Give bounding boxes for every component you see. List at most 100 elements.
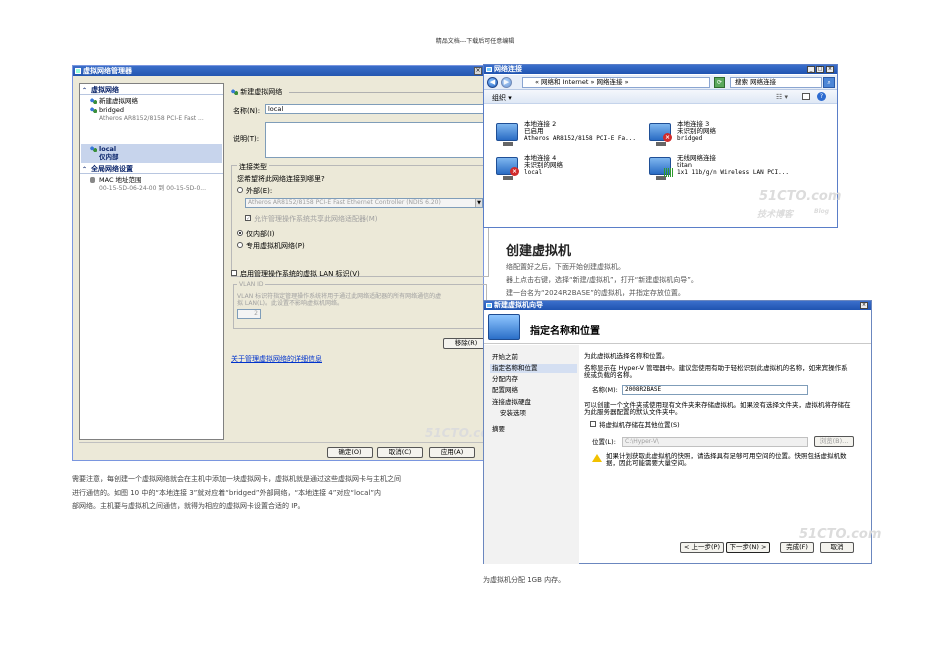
wizard-watermark: 51CTO.com — [799, 527, 882, 542]
tree-item-local[interactable]: local 仅内部 — [90, 145, 222, 161]
new-vm-wizard-window: 新建虚拟机向导 × 指定名称和位置 开始之前 指定名称和位置 分配内存 配置网络… — [483, 300, 881, 564]
wizard-steps: 开始之前 指定名称和位置 分配内存 配置网络 连接虚拟硬盘 安装选项 摘要 — [484, 345, 579, 564]
middle-line-2: 器上点击右键，选择“新建/虚拟机”，打开“新建虚拟机向导”。 — [506, 276, 698, 284]
error-icon: × — [510, 167, 519, 176]
new-network-icon — [90, 98, 97, 104]
location-label: 位置(L): — [592, 438, 616, 446]
network-icon — [90, 107, 97, 113]
finish-button[interactable]: 完成(F) — [780, 542, 814, 553]
store-diff-checkbox[interactable]: 将虚拟机存储在其他位置(S) — [590, 421, 680, 430]
vlan-group-label: VLAN ID — [237, 281, 266, 288]
tree-section-virtual-networks[interactable]: ⌃ 虚拟网络 — [80, 86, 223, 95]
nc-watermark-3: Blog — [814, 208, 830, 215]
panel-header: 新建虚拟网络 — [231, 87, 282, 97]
wireless-signal-icon — [664, 168, 673, 177]
view-options-icon[interactable]: ☷ ▾ — [776, 93, 788, 101]
wizard-step-current[interactable]: 指定名称和位置 — [490, 364, 577, 373]
organize-menu[interactable]: 组织 ▾ — [492, 93, 512, 103]
vnm-title: 虚拟网络管理器 — [83, 67, 132, 75]
page-header: 精品文档---下载后可任意编辑 — [435, 38, 515, 45]
tree-item-mac-range[interactable]: MAC 地址范围 00-15-5D-06-24-00 到 00-15-5D-0.… — [90, 176, 222, 193]
vm-name-input[interactable]: 2008R2BASE — [622, 385, 808, 395]
vlan-id-input[interactable]: 2 — [237, 309, 261, 319]
search-icon[interactable]: ⌕ — [823, 77, 835, 88]
name-label: 名称(N): — [233, 107, 261, 115]
middle-line-3: 建一台名为“2024R2BASE”的虚拟机，并指定存放位置。 — [506, 289, 685, 297]
breadcrumb[interactable]: « 网络和 Internet » 网络连接 » — [522, 77, 710, 88]
vnm-close-button[interactable]: × — [474, 67, 482, 75]
warning-icon — [592, 454, 602, 462]
wizard-step[interactable]: 开始之前 — [490, 353, 577, 362]
private-network-radio[interactable]: 专用虚拟机网络(P) — [237, 241, 305, 251]
allow-mgmt-checkbox[interactable]: ✓ 允许管理操作系统共享此网络适配器(M) — [245, 214, 378, 224]
refresh-icon[interactable]: ⟳ — [714, 77, 725, 88]
search-input[interactable]: 搜索 网络连接 — [730, 77, 822, 88]
help-icon[interactable]: ? — [817, 92, 826, 101]
more-info-link[interactable]: 关于管理虚拟网络的详细信息 — [231, 354, 322, 364]
vnm-title-bar: 虚拟网络管理器 — [73, 66, 483, 76]
close-button[interactable]: × — [826, 66, 834, 73]
wizard-step[interactable]: 摘要 — [490, 425, 577, 434]
virtual-network-manager-window: 虚拟网络管理器 × ⌃ 虚拟网络 新建虚拟网络 bridged Atheros … — [72, 65, 501, 461]
collapse-icon[interactable]: ⌃ — [82, 165, 87, 174]
warning-text-2: 据，因此可能需要大量空间。 — [606, 459, 691, 467]
checkbox-checked-icon: ✓ — [245, 215, 252, 222]
network-folder-icon — [486, 67, 492, 72]
external-radio[interactable]: 外部(E): — [237, 186, 272, 196]
button-divider — [79, 442, 483, 443]
section-title: 创建虚拟机 — [506, 244, 572, 259]
back-arrow-icon[interactable]: ◀ — [487, 77, 498, 88]
previous-button[interactable]: < 上一步(P) — [680, 542, 724, 553]
adapter-select[interactable]: Atheros AR8152/8158 PCI-E Fast Ethernet … — [245, 198, 483, 208]
middle-line-1: 络配置好之后，下面开始创建虚拟机。 — [506, 263, 625, 271]
nc-title-bar: 网络连接 — [484, 65, 837, 74]
bottom-left-line-3: 部网络。主机要与虚拟机之间通信，就得为相应的虚拟网卡设置合适的 IP。 — [72, 502, 305, 510]
preview-pane-icon[interactable] — [802, 93, 810, 100]
checkbox-icon — [590, 421, 596, 427]
wizard-heading: 指定名称和位置 — [530, 326, 600, 337]
bottom-left-line-2: 进行通信的。如图 10 中的“本地连接 3”就对应着“bridged”外部网络，… — [72, 489, 381, 497]
cancel-button[interactable]: 取消(C) — [377, 447, 423, 458]
tree-section-global[interactable]: ⌃ 全局网络设置 — [80, 165, 223, 174]
wizard-title-bar: 新建虚拟机向导 — [484, 301, 871, 310]
nc-address-bar: ◀ ▶ « 网络和 Internet » 网络连接 » ⟳ 搜索 网络连接 ⌕ — [484, 75, 837, 90]
virtual-machine-icon — [488, 314, 520, 340]
checkbox-icon — [231, 270, 237, 276]
wizard-title: 新建虚拟机向导 — [494, 301, 543, 309]
vlan-enable-checkbox[interactable]: 启用管理操作系统的虚拟 LAN 标识(V) — [231, 269, 360, 279]
location-input[interactable]: C:\Hyper-V\ — [622, 437, 808, 447]
maximize-button[interactable]: □ — [816, 66, 824, 73]
radio-off-icon — [237, 242, 243, 248]
connection-local-3[interactable]: × 本地连接 3 未识别的网络 bridged — [649, 121, 799, 151]
wizard-step[interactable]: 配置网络 — [490, 386, 577, 395]
bottom-left-line-1: 需要注意，每创建一个虚拟网络就会在主机中添加一块虚拟网卡，虚拟机就是通过这些虚拟… — [72, 475, 401, 483]
minimize-button[interactable]: _ — [807, 66, 815, 73]
name-hint-2: 统或负载的名称。 — [584, 371, 636, 379]
tree-item-bridged[interactable]: bridged Atheros AR8152/8158 PCI-E Fast .… — [90, 106, 222, 123]
collapse-icon[interactable]: ⌃ — [82, 86, 87, 95]
wizard-close-button[interactable]: × — [860, 302, 868, 309]
chevron-down-icon[interactable]: ▼ — [475, 199, 482, 207]
browse-button[interactable]: 浏览(B)... — [814, 436, 854, 447]
folder-hint-2: 为此服务器配置的默认文件夹中。 — [584, 408, 682, 416]
wizard-step[interactable]: 安装选项 — [490, 409, 577, 418]
forward-arrow-icon[interactable]: ▶ — [501, 77, 512, 88]
wizard-step[interactable]: 连接虚拟硬盘 — [490, 398, 577, 407]
connection-local-4[interactable]: × 本地连接 4 未识别的网络 local — [496, 155, 646, 185]
connection-local-2[interactable]: 本地连接 2 已启用 Atheros AR8152/8158 PCI-E Fa.… — [496, 121, 646, 151]
bottom-right-line-1: 为虚拟机分配 1GB 内存。 — [483, 576, 566, 584]
vnm-properties-panel: 新建虚拟网络 名称(N): local 说明(T): 连接类型 您希望将此网络连… — [229, 83, 491, 440]
next-button[interactable]: 下一步(N) > — [726, 542, 770, 553]
ok-button[interactable]: 确定(O) — [327, 447, 373, 458]
internal-only-radio[interactable]: 仅内部(I) — [237, 229, 275, 239]
apply-button[interactable]: 应用(A) — [429, 447, 475, 458]
wizard-cancel-button[interactable]: 取消 — [820, 542, 854, 553]
connection-question: 您希望将此网络连接到哪里? — [237, 175, 325, 183]
network-connections-window: 网络连接 _ □ × ◀ ▶ « 网络和 Internet » 网络连接 » ⟳… — [483, 64, 841, 228]
wizard-step[interactable]: 分配内存 — [490, 375, 577, 384]
description-textarea[interactable] — [265, 122, 487, 158]
connection-wireless[interactable]: 无线网络连接 titan 1x1 11b/g/n Wireless LAN PC… — [649, 155, 799, 185]
connection-type-title: 连接类型 — [237, 162, 269, 172]
name-input[interactable]: local — [265, 104, 487, 114]
tree-item-new-network[interactable]: 新建虚拟网络 — [90, 97, 222, 105]
